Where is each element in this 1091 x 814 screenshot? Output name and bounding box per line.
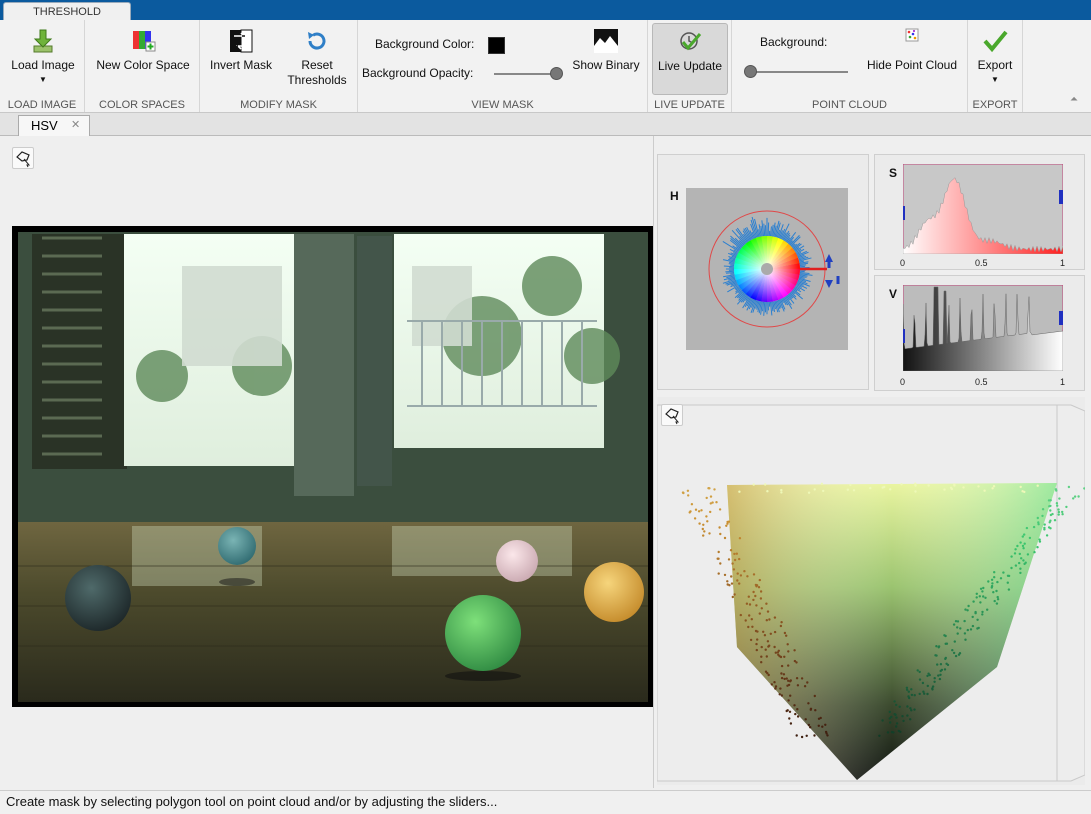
- point-cloud-plot[interactable]: [656, 397, 1088, 785]
- reset-label-line1: Reset: [301, 58, 333, 72]
- point-cloud-panel[interactable]: [656, 397, 1088, 785]
- reset-thresholds-button[interactable]: Reset Thresholds: [280, 28, 354, 88]
- close-tab-icon[interactable]: ✕: [71, 118, 80, 131]
- collapse-toolstrip-icon[interactable]: ⏶: [1070, 94, 1078, 105]
- invert-mask-icon: [230, 29, 253, 53]
- hide-point-cloud-button[interactable]: Hide Point Cloud: [860, 28, 964, 73]
- tab-hsv[interactable]: HSV ✕: [18, 115, 90, 136]
- saturation-label: S: [889, 166, 898, 180]
- point-cloud-background-label: Background:: [760, 35, 828, 49]
- section-title-view-mask: VIEW MASK: [471, 99, 534, 111]
- document-tab-bar: [0, 113, 1091, 136]
- reset-label-line2: Thresholds: [287, 73, 347, 87]
- value-histogram-panel: V 0 0.5 1: [874, 275, 1085, 391]
- point-cloud-background-slider-track[interactable]: [750, 71, 848, 73]
- v-tick-mid: 0.5: [975, 377, 988, 387]
- background-opacity-slider-track[interactable]: [494, 73, 556, 75]
- background-color-label: Background Color:: [375, 37, 475, 51]
- section-title-load-image: LOAD IMAGE: [7, 99, 77, 111]
- v-tick-0: 0: [900, 377, 906, 387]
- value-label: V: [889, 287, 898, 301]
- section-color-spaces: New Color Space COLOR SPACES: [85, 20, 200, 112]
- binary-image-icon: [594, 29, 618, 53]
- s-tick-1: 1: [1060, 258, 1066, 268]
- hue-histogram-panel: H: [657, 154, 869, 390]
- live-update-button[interactable]: Live Update: [653, 29, 727, 74]
- section-point-cloud: Background: Hide Point Cloud POINT CLOUD: [732, 20, 968, 112]
- export-label: Export: [977, 58, 1013, 72]
- ribbon-tab-strip: [0, 0, 1091, 20]
- section-title-point-cloud: POINT CLOUD: [812, 99, 887, 111]
- section-title-export: EXPORT: [972, 99, 1018, 111]
- section-title-color-spaces: COLOR SPACES: [99, 99, 185, 111]
- status-bar: Create mask by selecting polygon tool on…: [0, 790, 1091, 814]
- dropdown-arrow-icon[interactable]: ▼: [4, 76, 82, 84]
- saturation-histogram-panel: S 0 0.5 1: [874, 154, 1085, 270]
- export-button[interactable]: Export ▼: [968, 28, 1022, 84]
- tab-hsv-label: HSV: [31, 118, 58, 133]
- live-update-label: Live Update: [657, 59, 723, 73]
- hue-wheel[interactable]: [686, 188, 848, 350]
- new-color-space-button[interactable]: New Color Space: [91, 28, 195, 73]
- background-opacity-slider-knob[interactable]: [550, 67, 563, 80]
- point-cloud-background-slider-knob[interactable]: [744, 65, 757, 78]
- v-tick-1: 1: [1060, 377, 1066, 387]
- scene-image: [12, 226, 653, 707]
- live-update-toggle[interactable]: Live Update: [652, 23, 728, 95]
- download-icon: [33, 29, 53, 53]
- polygon-tool-icon[interactable]: [12, 147, 34, 169]
- section-modify-mask: Invert Mask Reset Thresholds MODIFY MASK: [200, 20, 358, 112]
- section-export: Export ▼ EXPORT: [968, 20, 1023, 112]
- saturation-histogram[interactable]: [903, 164, 1063, 254]
- hide-point-cloud-label: Hide Point Cloud: [866, 58, 958, 72]
- image-preview: [12, 226, 653, 707]
- load-image-label: Load Image: [11, 58, 75, 72]
- checkmark-icon: [983, 30, 1008, 53]
- point-cloud-icon: [905, 28, 919, 42]
- s-tick-0: 0: [900, 258, 906, 268]
- hue-label: H: [670, 189, 679, 203]
- invert-mask-label: Invert Mask: [209, 58, 272, 72]
- toolstrip: Load Image ▼ LOAD IMAGE New Color Space …: [0, 20, 1091, 113]
- show-binary-button[interactable]: Show Binary: [566, 28, 646, 73]
- section-view-mask: Background Color: Background Opacity: Sh…: [358, 20, 648, 112]
- export-dropdown-arrow-icon[interactable]: ▼: [968, 76, 1022, 84]
- section-live-update: Live Update LIVE UPDATE: [648, 20, 732, 112]
- new-color-space-label: New Color Space: [96, 58, 190, 72]
- background-color-swatch[interactable]: [488, 37, 505, 54]
- live-update-check-icon: [680, 32, 702, 51]
- show-binary-label: Show Binary: [572, 58, 640, 72]
- invert-mask-button[interactable]: Invert Mask: [204, 28, 278, 73]
- point-cloud-polygon-tool-icon[interactable]: [661, 404, 683, 426]
- s-tick-mid: 0.5: [975, 258, 988, 268]
- section-load-image: Load Image ▼ LOAD IMAGE: [0, 20, 85, 112]
- reset-icon: [308, 32, 326, 50]
- background-opacity-label: Background Opacity:: [362, 66, 474, 80]
- value-histogram[interactable]: [903, 285, 1063, 371]
- color-space-icon: [133, 31, 156, 52]
- section-title-modify-mask: MODIFY MASK: [240, 99, 317, 111]
- section-title-live-update: LIVE UPDATE: [654, 99, 725, 111]
- load-image-button[interactable]: Load Image ▼: [4, 28, 82, 84]
- tab-threshold[interactable]: THRESHOLD: [3, 2, 131, 21]
